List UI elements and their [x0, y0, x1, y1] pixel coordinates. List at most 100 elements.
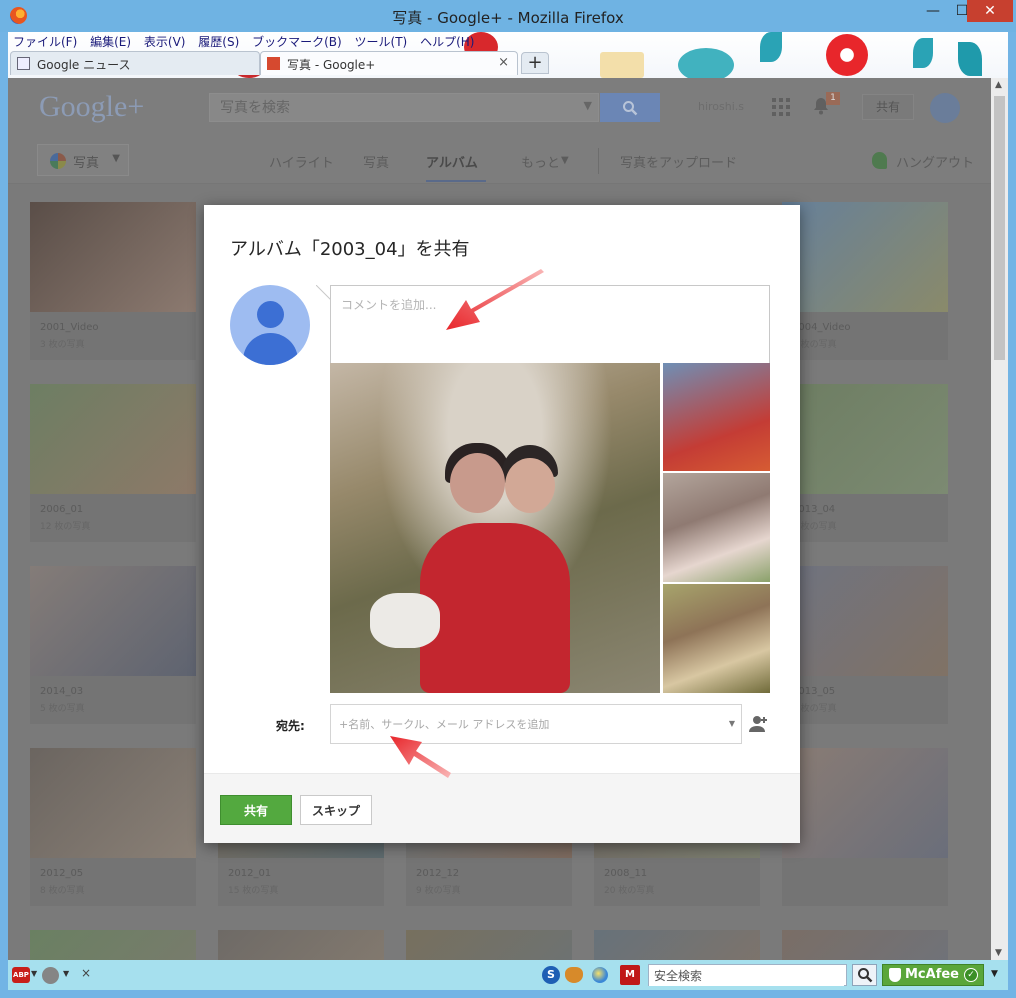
browser-chrome: ファイル(F) 編集(E) 表示(V) 履歴(S) ブックマーク(B) ツール(…	[8, 32, 1008, 78]
album-side-photo	[663, 473, 770, 582]
menu-help[interactable]: ヘルプ(H)	[420, 35, 474, 49]
page-scrollbar[interactable]: ▲ ▼	[991, 78, 1008, 960]
dropdown-arrow-icon[interactable]: ▼	[31, 969, 37, 978]
photo-search-input[interactable]	[210, 94, 570, 121]
album-tile[interactable]: 2013_04 7 枚の写真	[782, 384, 948, 542]
mcafee-status-button[interactable]: McAfee ✓	[882, 964, 984, 986]
search-dropdown-icon[interactable]: ▼	[584, 99, 592, 112]
album-tile[interactable]: 2006_01 12 枚の写真	[30, 384, 196, 542]
album-count: 6 枚の写真	[792, 704, 837, 714]
share-button[interactable]: 共有	[220, 795, 292, 825]
album-tile[interactable]: 2004_Video 2 枚の写真	[782, 202, 948, 360]
user-name[interactable]: hiroshi.s	[698, 100, 744, 113]
menu-bookmarks[interactable]: ブックマーク(B)	[252, 35, 342, 49]
album-count: 9 枚の写真	[416, 886, 461, 896]
user-avatar-icon	[230, 285, 310, 365]
album-tile[interactable]	[218, 930, 384, 960]
notification-count-badge[interactable]: 1	[826, 92, 840, 105]
persona-envelope-decoration	[600, 52, 644, 78]
scroll-down-icon[interactable]: ▼	[995, 948, 1002, 958]
addon-bar-close-icon[interactable]: ×	[81, 966, 91, 980]
photos-menu-label: 写真	[73, 156, 100, 171]
google-plus-logo[interactable]: Google+	[39, 90, 144, 124]
foxyproxy-icon[interactable]	[565, 967, 583, 983]
safe-search-button[interactable]	[852, 964, 877, 986]
upload-photos-link[interactable]: 写真をアップロード	[620, 152, 737, 171]
adblock-plus-icon[interactable]: ABP	[12, 967, 30, 983]
chevron-down-icon[interactable]: ▼	[561, 155, 569, 166]
album-count: 2 枚の写真	[792, 340, 837, 350]
album-title: 2012_05	[40, 868, 84, 879]
search-button[interactable]	[600, 93, 660, 122]
apps-grid-icon[interactable]	[772, 98, 790, 116]
profile-avatar[interactable]	[930, 93, 960, 123]
album-main-photo	[330, 363, 660, 693]
new-tab-button[interactable]: +	[521, 52, 549, 74]
album-side-photo	[663, 363, 770, 471]
window-title: 写真 - Google+ - Mozilla Firefox	[392, 9, 624, 27]
title-bar: 写真 - Google+ - Mozilla Firefox — ☐ ✕	[0, 0, 1016, 32]
comment-input[interactable]	[331, 286, 769, 363]
album-title: 2014_03	[40, 686, 84, 697]
skype-icon[interactable]: S	[542, 966, 560, 984]
gplus-header: Google+ ▼ hiroshi.s 1 共有	[8, 78, 991, 140]
persona-leaf-decoration	[913, 38, 933, 68]
tab-label: 写真 - Google+	[287, 58, 376, 72]
album-tile[interactable]: 2012_05 8 枚の写真	[30, 748, 196, 906]
album-tile[interactable]: 2001_Video 3 枚の写真	[30, 202, 196, 360]
album-title: 2006_01	[40, 504, 84, 515]
scrollbar-thumb[interactable]	[994, 96, 1005, 360]
hangout-link[interactable]: ハングアウト	[896, 152, 974, 171]
scroll-up-icon[interactable]: ▲	[995, 80, 1002, 90]
hangout-icon[interactable]	[872, 152, 887, 169]
tab-albums[interactable]: アルバム	[426, 152, 478, 171]
album-title: 2012_12	[416, 868, 460, 879]
tab-google-news[interactable]: Google ニュース	[10, 51, 260, 75]
persona-flower-decoration	[826, 34, 868, 76]
news-favicon-icon	[17, 57, 30, 70]
album-tile[interactable]	[782, 930, 948, 960]
tab-google-plus-photos[interactable]: 写真 - Google+ ×	[260, 51, 518, 75]
tab-close-icon[interactable]: ×	[498, 55, 509, 70]
comment-box[interactable]	[330, 285, 770, 363]
globe-icon[interactable]	[592, 967, 608, 983]
tab-highlights[interactable]: ハイライト	[269, 152, 334, 171]
menu-view[interactable]: 表示(V)	[144, 35, 186, 49]
dropdown-arrow-icon[interactable]: ▼	[63, 969, 69, 978]
safe-search-input[interactable]	[649, 966, 844, 986]
album-count: 20 枚の写真	[604, 886, 655, 896]
album-tile[interactable]	[782, 748, 948, 906]
mcafee-label: McAfee	[905, 967, 959, 982]
ghostery-icon[interactable]	[42, 967, 59, 984]
add-person-icon[interactable]	[748, 715, 768, 733]
photo-search-box[interactable]: ▼	[209, 93, 599, 122]
skip-button[interactable]: スキップ	[300, 795, 372, 825]
close-window-button[interactable]: ✕	[967, 0, 1013, 22]
album-tile[interactable]	[30, 930, 196, 960]
album-tile[interactable]: 2014_03 5 枚の写真	[30, 566, 196, 724]
album-tile[interactable]: 2013_05 6 枚の写真	[782, 566, 948, 724]
album-title: 2004_Video	[792, 322, 851, 333]
active-tab-indicator	[426, 180, 486, 182]
album-tile[interactable]	[406, 930, 572, 960]
minimize-button[interactable]: —	[918, 0, 948, 22]
menu-tools[interactable]: ツール(T)	[355, 35, 408, 49]
mcafee-siteadvisor-icon[interactable]: M	[620, 965, 640, 985]
menu-history[interactable]: 履歴(S)	[198, 35, 239, 49]
dropdown-arrow-icon[interactable]: ▼	[991, 969, 998, 979]
album-thumbnail	[30, 748, 196, 858]
photos-app-menu[interactable]: 写真 ▼	[37, 144, 129, 176]
tab-photos[interactable]: 写真	[363, 152, 389, 171]
safe-search-box[interactable]	[648, 964, 847, 986]
tab-more[interactable]: もっと	[521, 152, 560, 171]
menu-file[interactable]: ファイル(F)	[13, 35, 77, 49]
addon-bar: ABP ▼ ▼ × S M McAfee ✓ ▼	[8, 960, 1008, 990]
album-tile[interactable]	[594, 930, 760, 960]
menu-edit[interactable]: 編集(E)	[90, 35, 131, 49]
album-thumbnail	[30, 202, 196, 312]
recipients-dropdown-icon[interactable]: ▼	[729, 719, 735, 728]
album-count: 15 枚の写真	[228, 886, 279, 896]
header-share-button[interactable]: 共有	[862, 94, 914, 120]
google-plus-favicon-icon	[267, 57, 280, 70]
album-title: 2001_Video	[40, 322, 99, 333]
